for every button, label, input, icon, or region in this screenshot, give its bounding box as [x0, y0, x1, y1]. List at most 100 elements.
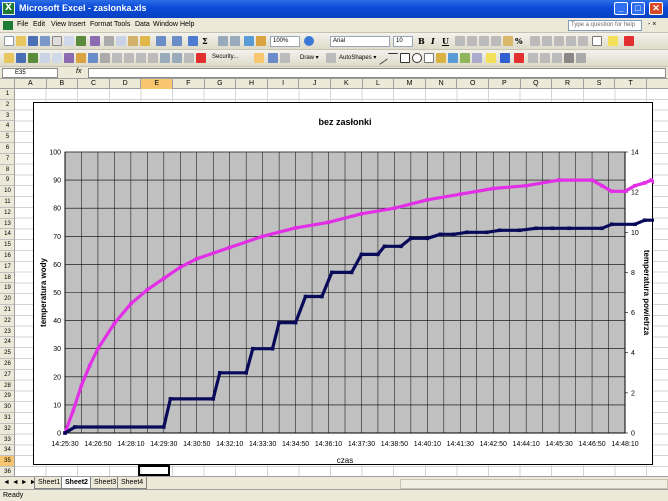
forms-icon[interactable] [64, 53, 74, 63]
row-header-11[interactable]: 11 [0, 197, 14, 208]
insert-picture-icon[interactable] [472, 53, 482, 63]
help-icon[interactable] [304, 36, 314, 46]
picture-icon[interactable] [136, 53, 146, 63]
currency-icon[interactable] [503, 36, 513, 46]
spelling-icon[interactable] [76, 36, 86, 46]
row-header-36[interactable]: 36 [0, 467, 14, 476]
percent-button[interactable]: % [515, 36, 523, 46]
insert-function-icon[interactable]: fx [76, 68, 81, 75]
new-icon[interactable] [4, 36, 14, 46]
oval-icon[interactable] [412, 53, 422, 63]
column-header-a[interactable]: A [15, 79, 47, 89]
chart-wizard-icon[interactable] [244, 36, 254, 46]
column-header-s[interactable]: S [584, 79, 616, 89]
autoshapes-menu-button[interactable]: AutoShapes ▾ [339, 54, 376, 61]
fill-color-icon-2[interactable] [486, 53, 496, 63]
italic-button[interactable]: I [431, 36, 435, 46]
redo-icon[interactable] [172, 36, 182, 46]
ask-question-input[interactable]: Type a question for help [568, 20, 642, 31]
drawing-icon[interactable] [256, 36, 266, 46]
menu-edit[interactable]: Edit [33, 21, 45, 28]
clipart-icon[interactable] [460, 53, 470, 63]
row-header-18[interactable]: 18 [0, 273, 14, 284]
cell-area[interactable]: 0 10 20 30 40 50 60 70 80 90 100 0 2 4 6 8 10 12 14 14:25:3… [15, 89, 668, 476]
row-header-32[interactable]: 32 [0, 424, 14, 435]
script-editor-icon[interactable] [280, 53, 290, 63]
sheet-tab-4[interactable]: Sheet4 [117, 477, 148, 489]
row-header-22[interactable]: 22 [0, 316, 14, 327]
reply-icon[interactable] [40, 53, 50, 63]
row-header-30[interactable]: 30 [0, 402, 14, 413]
column-header-d[interactable]: D [110, 79, 142, 89]
diagram-icon[interactable] [448, 53, 458, 63]
shadow-style-icon[interactable] [564, 53, 574, 63]
research-icon[interactable] [90, 36, 100, 46]
column-header-e[interactable]: E [141, 79, 173, 89]
textbox-icon[interactable] [424, 53, 434, 63]
copy-icon[interactable] [116, 36, 126, 46]
open-icon[interactable] [16, 36, 26, 46]
column-header-i[interactable]: I [268, 79, 300, 89]
column-header-q[interactable]: Q [521, 79, 553, 89]
menu-data[interactable]: Data [135, 21, 150, 28]
font-name-select[interactable]: Arial [330, 36, 390, 47]
row-header-21[interactable]: 21 [0, 305, 14, 316]
row-header-6[interactable]: 6 [0, 143, 14, 154]
paste-icon[interactable] [128, 36, 138, 46]
column-header-r[interactable]: R [552, 79, 584, 89]
row-header-15[interactable]: 15 [0, 240, 14, 251]
security-button[interactable]: Security... [212, 54, 238, 60]
row-header-27[interactable]: 27 [0, 370, 14, 381]
column-header-c[interactable]: C [78, 79, 110, 89]
column-header-l[interactable]: L [363, 79, 395, 89]
arrow-style-icon[interactable] [552, 53, 562, 63]
3d-style-icon[interactable] [576, 53, 586, 63]
bold-button[interactable]: B [418, 36, 425, 46]
row-header-26[interactable]: 26 [0, 359, 14, 370]
maximize-button[interactable]: □ [631, 2, 645, 15]
fill-color-icon[interactable] [608, 36, 618, 46]
row-header-5[interactable]: 5 [0, 132, 14, 143]
design-mode-icon[interactable] [254, 53, 264, 63]
zoom-select[interactable]: 100% [270, 36, 300, 47]
column-header-o[interactable]: O [457, 79, 489, 89]
format-painter-icon[interactable] [140, 36, 150, 46]
sort-ascending-icon[interactable] [218, 36, 228, 46]
menu-insert[interactable]: Insert [68, 21, 86, 28]
menu-help[interactable]: Help [180, 21, 194, 28]
row-header-16[interactable]: 16 [0, 251, 14, 262]
horizontal-scrollbar[interactable] [400, 479, 668, 489]
toolbox-icon[interactable] [184, 53, 194, 63]
column-header-j[interactable]: J [299, 79, 331, 89]
arrow-icon[interactable] [388, 53, 398, 63]
line-color-icon[interactable] [500, 53, 510, 63]
name-box[interactable]: E35 [2, 68, 58, 78]
print-icon[interactable] [52, 36, 62, 46]
row-header-13[interactable]: 13 [0, 219, 14, 230]
vba-icon[interactable] [172, 53, 182, 63]
chart-icon[interactable] [100, 53, 110, 63]
row-header-8[interactable]: 8 [0, 165, 14, 176]
column-header-n[interactable]: N [426, 79, 458, 89]
permission-icon[interactable] [40, 36, 50, 46]
wordart-icon-2[interactable] [436, 53, 446, 63]
row-header-34[interactable]: 34 [0, 445, 14, 457]
row-header-31[interactable]: 31 [0, 413, 14, 424]
row-header-9[interactable]: 9 [0, 175, 14, 187]
menu-window[interactable]: Window [153, 21, 178, 28]
font-size-select[interactable]: 10 [393, 36, 413, 47]
mail-icon[interactable] [52, 53, 62, 63]
cut-icon[interactable] [104, 36, 114, 46]
column-header-m[interactable]: M [394, 79, 426, 89]
web-icon[interactable] [88, 53, 98, 63]
sheet-nav-arrows[interactable]: ◄ ◄ ► ► [3, 479, 37, 486]
control-toolbox-icon[interactable] [268, 53, 278, 63]
row-header-4[interactable]: 4 [0, 121, 14, 133]
save-icon-2[interactable] [16, 53, 26, 63]
row-header-7[interactable]: 7 [0, 154, 14, 165]
row-header-12[interactable]: 12 [0, 208, 14, 219]
row-header-19[interactable]: 19 [0, 283, 14, 295]
excel-app-icon[interactable]: X [2, 2, 15, 15]
row-header-35[interactable]: 35 [0, 456, 14, 467]
column-header-k[interactable]: K [331, 79, 363, 89]
